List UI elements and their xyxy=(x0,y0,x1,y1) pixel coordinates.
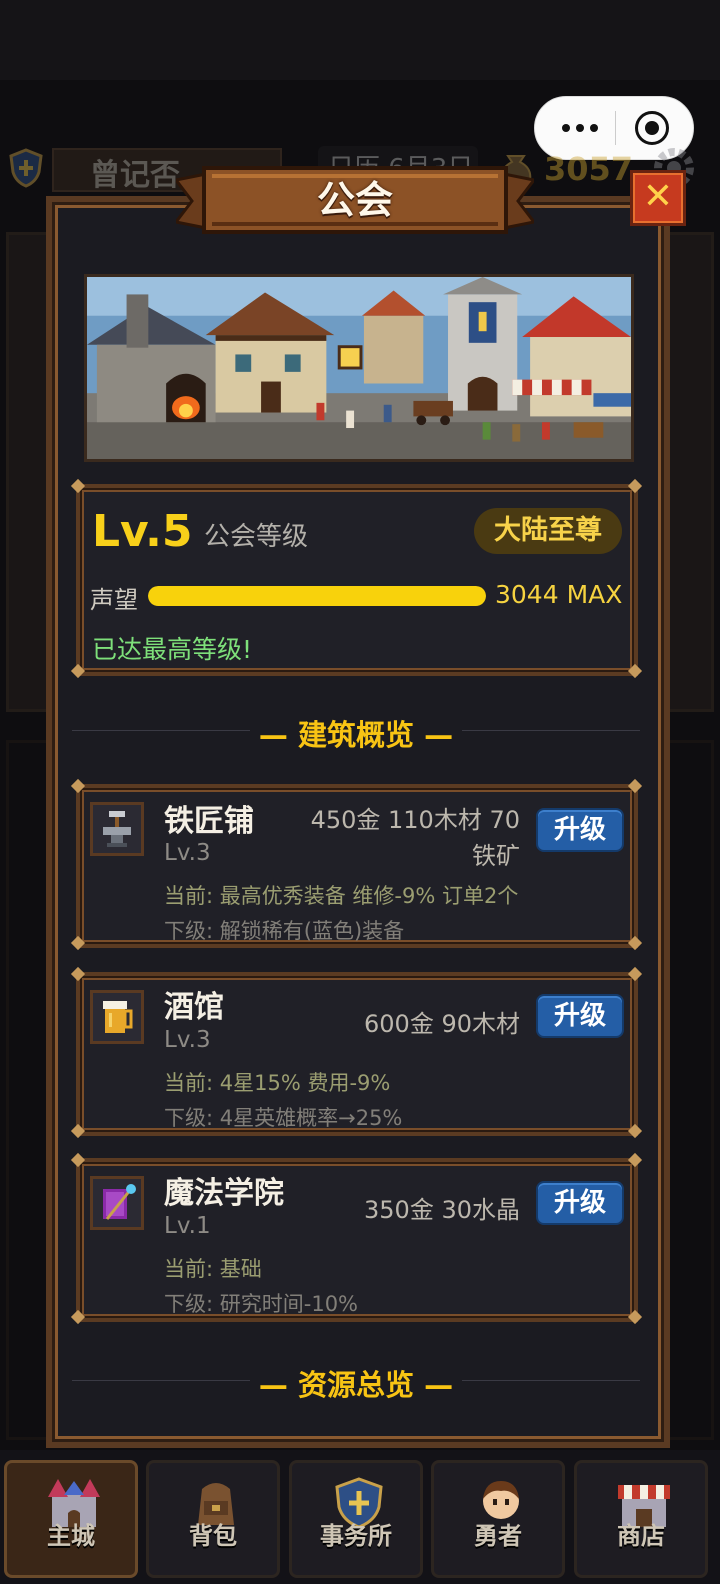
building-level: Lv.3 xyxy=(164,1027,211,1053)
building-next-effect: 下级: 解锁稀有(蓝色)装备 xyxy=(164,919,405,943)
building-next-effect: 下级: 研究时间-10% xyxy=(164,1292,359,1316)
building-upgrade-cost: 450金 110木材 70 xyxy=(310,806,520,834)
building-name: 魔法学院 xyxy=(164,1176,284,1211)
guild-rank-badge: 大陆至尊 xyxy=(474,508,622,554)
exit-target-icon[interactable] xyxy=(635,111,669,145)
building-upgrade-cost: 600金 90木材 xyxy=(364,1010,520,1038)
reputation-progress-fill xyxy=(148,586,486,606)
nav-label: 主城 xyxy=(47,1522,95,1550)
section-divider xyxy=(462,1380,640,1381)
gold-amount: 3057 xyxy=(544,150,634,188)
reputation-value: 3044 MAX xyxy=(495,580,623,609)
building-name: 铁匠铺 xyxy=(164,804,254,839)
section-title-buildings: — 建筑概览 — xyxy=(258,718,454,752)
section-divider xyxy=(72,1380,250,1381)
beer-mug-icon xyxy=(93,993,141,1041)
upgrade-button-blacksmith[interactable]: 升级 xyxy=(536,808,624,852)
building-upgrade-cost-cont: 铁矿 xyxy=(472,842,520,870)
status-bar xyxy=(0,0,720,80)
upgrade-button-tavern[interactable]: 升级 xyxy=(536,994,624,1038)
reputation-label: 声望 xyxy=(90,586,138,614)
building-level: Lv.1 xyxy=(164,1213,211,1239)
magic-staff-icon xyxy=(93,1179,141,1227)
nav-label: 商店 xyxy=(617,1522,665,1550)
guild-level-label: 公会等级 xyxy=(204,522,309,552)
building-level: Lv.3 xyxy=(164,840,211,866)
building-icon-frame xyxy=(90,990,144,1044)
building-upgrade-cost: 350金 30水晶 xyxy=(364,1196,520,1224)
building-current-effect: 当前: 基础 xyxy=(164,1257,262,1281)
close-icon: ✕ xyxy=(642,176,674,217)
upgrade-button-magic-academy[interactable]: 升级 xyxy=(536,1181,624,1225)
section-title-resources: — 资源总览 — xyxy=(258,1368,454,1402)
capsule-divider xyxy=(615,111,616,145)
nav-label: 事务所 xyxy=(320,1522,392,1550)
guild-level-value: Lv.5 xyxy=(92,506,193,557)
building-current-effect: 当前: 4星15% 费用-9% xyxy=(164,1071,391,1095)
reputation-progress-bar xyxy=(148,586,486,606)
building-current-effect: 当前: 最高优秀装备 维修-9% 订单2个 xyxy=(164,884,519,908)
close-button[interactable]: ✕ xyxy=(630,170,686,226)
building-icon-frame xyxy=(90,802,144,856)
max-level-status: 已达最高等级! xyxy=(92,635,253,664)
nav-label: 勇者 xyxy=(474,1522,522,1550)
nav-label: 背包 xyxy=(189,1522,237,1550)
anvil-icon xyxy=(93,805,141,853)
more-icon[interactable] xyxy=(553,113,607,143)
building-icon-frame xyxy=(90,1176,144,1230)
building-name: 酒馆 xyxy=(164,990,224,1025)
building-next-effect: 下级: 4星英雄概率→25% xyxy=(164,1106,403,1130)
section-divider xyxy=(72,730,250,731)
town-banner-image xyxy=(84,274,634,462)
modal-title: 公会 xyxy=(316,178,393,222)
background-panel-right-lower xyxy=(664,740,714,1440)
guild-shield-icon xyxy=(9,148,43,188)
background-panel-right xyxy=(664,232,714,712)
section-divider xyxy=(462,730,640,731)
player-name: 曾记否 xyxy=(90,158,180,193)
